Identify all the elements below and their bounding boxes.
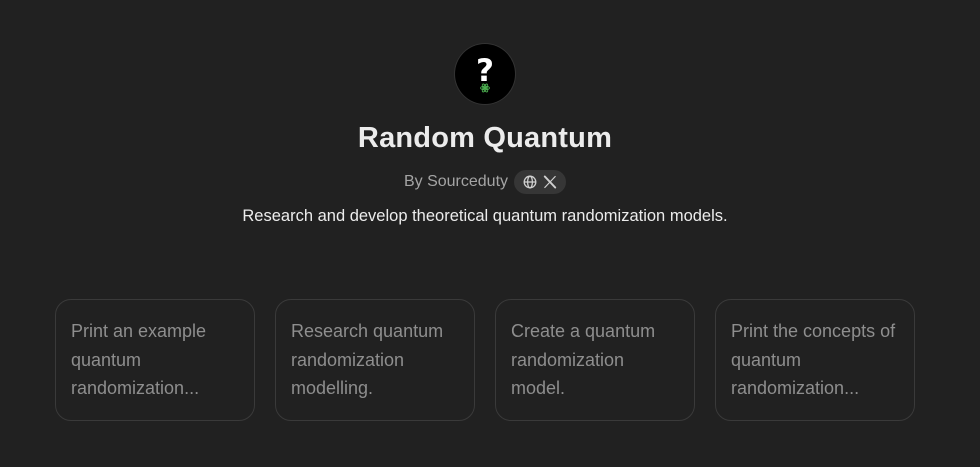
starter-card[interactable]: Create a quantum randomization model. xyxy=(495,299,695,421)
starter-card[interactable]: Research quantum randomization modelling… xyxy=(275,299,475,421)
gpt-title: Random Quantum xyxy=(357,122,613,154)
byline: By Sourceduty xyxy=(0,170,970,194)
question-mark-icon: ? xyxy=(476,53,494,93)
x-logo-icon[interactable] xyxy=(543,175,557,189)
social-links xyxy=(514,170,567,194)
conversation-starters: Print an example quantum randomization..… xyxy=(55,299,915,421)
avatar-glyph: ? xyxy=(476,53,494,89)
author-name: By Sourceduty xyxy=(403,173,509,190)
starter-card[interactable]: Print the concepts of quantum randomizat… xyxy=(715,299,915,421)
globe-icon[interactable] xyxy=(523,175,537,189)
gpt-description: Research and develop theoretical quantum… xyxy=(242,207,728,225)
gpt-landing: ? Random Quantum By Sourceduty Research … xyxy=(0,0,980,467)
starter-card[interactable]: Print an example quantum randomization..… xyxy=(55,299,255,421)
gpt-avatar: ? xyxy=(455,44,515,104)
